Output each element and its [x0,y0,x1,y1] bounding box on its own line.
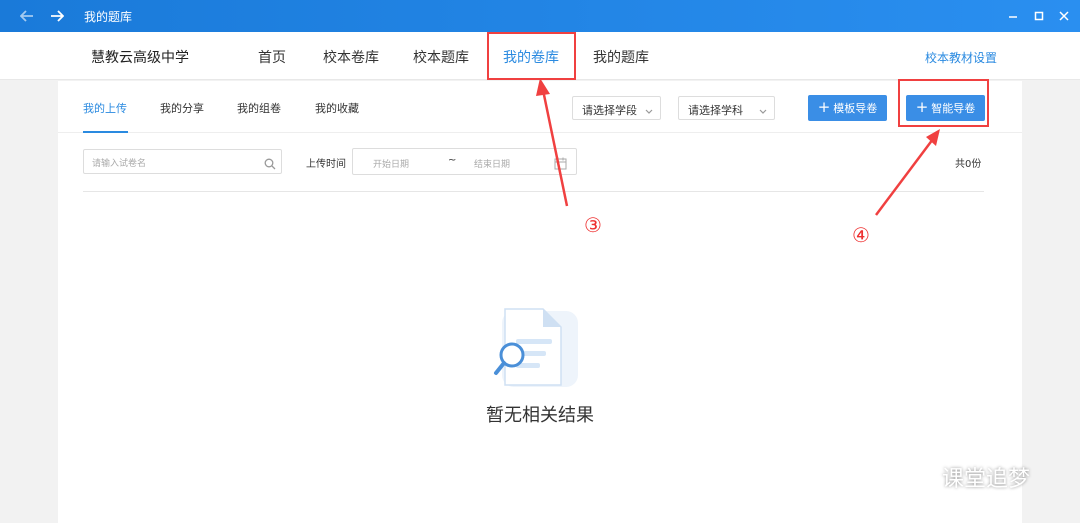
step-3-marker: ③ [584,213,602,237]
annotation-arrows [536,78,940,216]
watermark: 课堂追梦 [902,460,1030,494]
step-4-marker: ④ [852,223,870,247]
watermark-text: 课堂追梦 [942,467,1031,492]
wechat-icon [902,460,936,494]
